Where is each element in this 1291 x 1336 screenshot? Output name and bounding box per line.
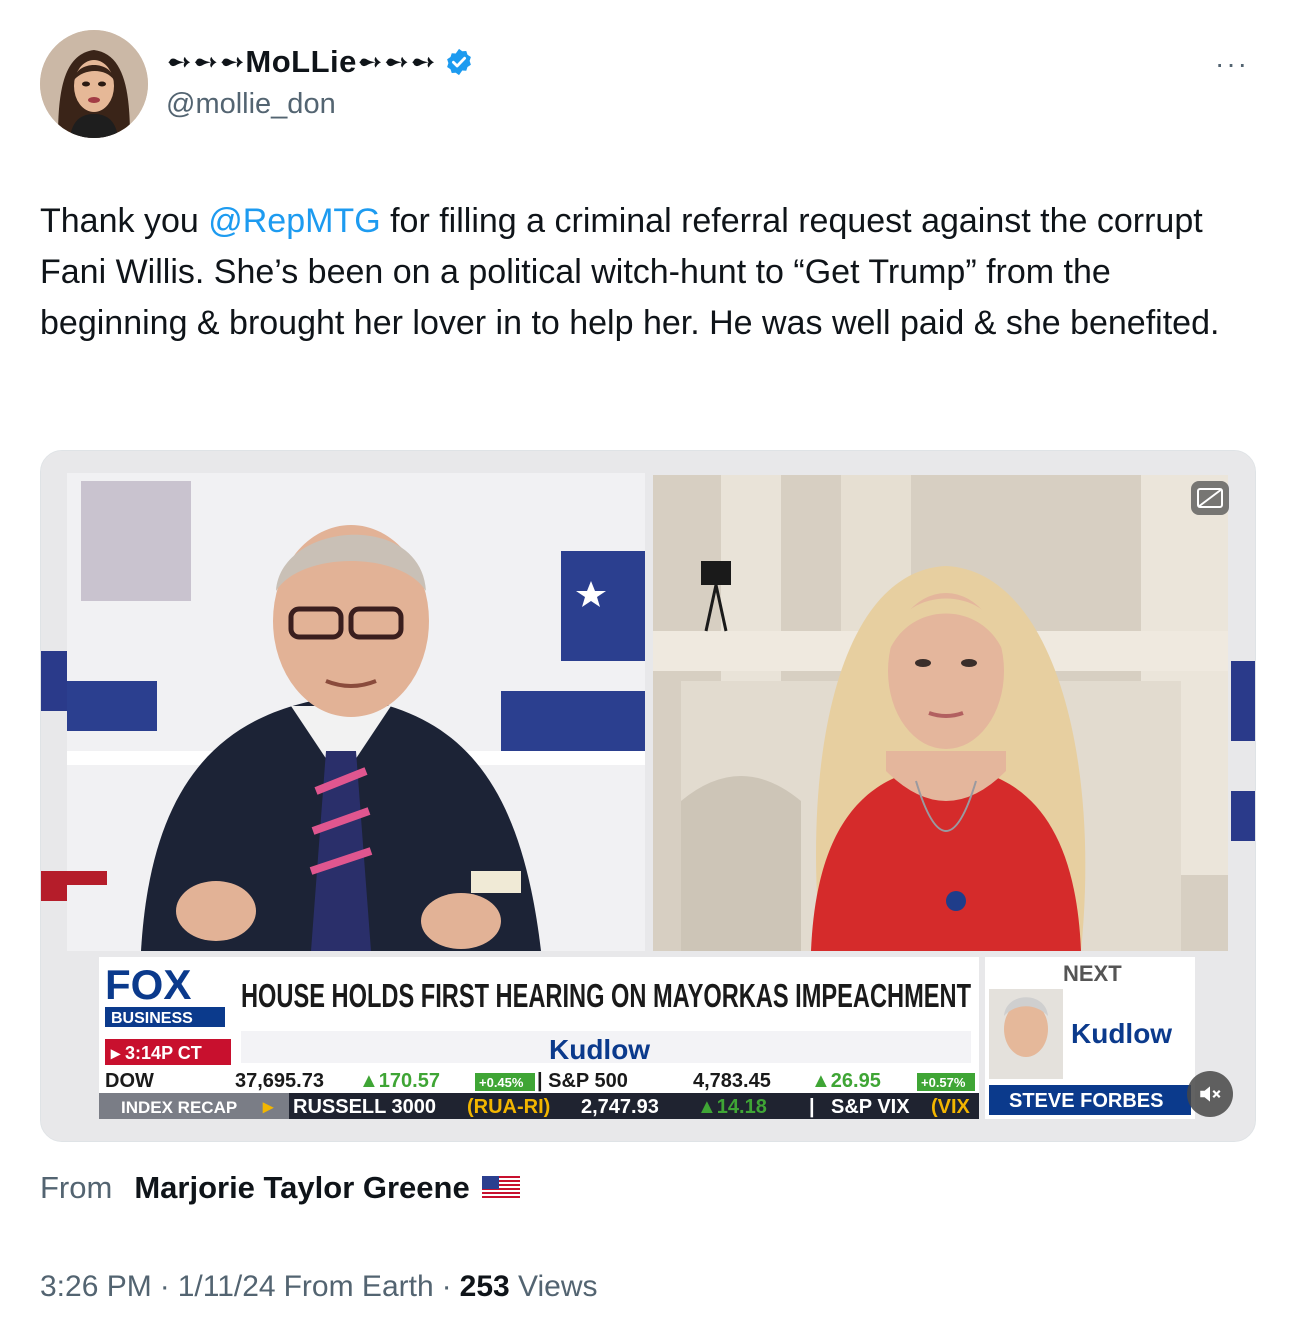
ticker2-0: INDEX RECAP [121, 1098, 237, 1117]
next-label: NEXT [1063, 961, 1122, 986]
ticker1-1: 37,695.73 [235, 1070, 324, 1092]
video-frame: FOX BUSINESS ▸ 3:14P CT HOUSE HOLDS FIRS… [41, 451, 1255, 1141]
ticker2-8: (VIX [931, 1096, 971, 1118]
author-handle[interactable]: @mollie_don [166, 88, 336, 121]
ticker1-6: ▲26.95 [811, 1070, 881, 1092]
next-show: Kudlow [1071, 1018, 1172, 1049]
meta-separator: · [441, 1270, 452, 1303]
left-panel [67, 473, 645, 951]
video-player[interactable]: FOX BUSINESS ▸ 3:14P CT HOUSE HOLDS FIRS… [40, 450, 1256, 1142]
ticker2-7: S&P VIX [831, 1096, 910, 1118]
ticker1-7: +0.57% [921, 1075, 966, 1090]
ticker1-3: +0.45% [479, 1075, 524, 1090]
fox-logo-sub: BUSINESS [111, 1010, 193, 1027]
ticker2-4: 2,747.93 [581, 1096, 659, 1118]
mention-link[interactable]: @RepMTG [208, 202, 380, 240]
verified-badge-icon [447, 48, 472, 76]
mute-button[interactable] [1187, 1071, 1233, 1117]
show-name: Kudlow [549, 1034, 650, 1065]
ticker2-1: ▸ [262, 1096, 274, 1118]
ticker2-2: RUSSELL 3000 [293, 1096, 436, 1118]
views-label: Views [518, 1270, 598, 1303]
headline: HOUSE HOLDS FIRST HEARING ON MAYORKAS IM… [241, 977, 971, 1014]
fox-logo-text: FOX [105, 961, 191, 1008]
tweet-text: Thank you @RepMTG for filling a criminal… [40, 196, 1255, 349]
post-location: From Earth [283, 1270, 434, 1303]
speaker-muted-icon [1200, 1086, 1221, 1102]
author-name-row: ➻➻➻MoLLie➻➻➻ [166, 44, 474, 80]
from-label: From [40, 1170, 113, 1205]
next-guest: STEVE FORBES [1009, 1090, 1163, 1112]
ticker1-5: 4,783.45 [693, 1070, 771, 1092]
ticker2-3: (RUA-RI) [467, 1096, 550, 1118]
tweet-text-prefix: Thank you [40, 202, 209, 240]
lower-third: FOX BUSINESS ▸ 3:14P CT HOUSE HOLDS FIRS… [99, 957, 1195, 1119]
source-name[interactable]: Marjorie Taylor Greene [134, 1170, 469, 1206]
ticker1-0: DOW [105, 1070, 154, 1092]
avatar[interactable] [40, 30, 148, 138]
views-count: 253 [459, 1270, 510, 1303]
author-display-name[interactable]: ➻➻➻MoLLie➻➻➻ [166, 44, 436, 80]
ticker2-6: | [809, 1096, 815, 1118]
video-source: From Marjorie Taylor Greene [40, 1170, 520, 1206]
post-date[interactable]: 1/11/24 [178, 1270, 276, 1304]
ticker2-5: ▲14.18 [697, 1096, 767, 1118]
ticker1-4: | S&P 500 [537, 1070, 628, 1092]
ticker1-2: ▲170.57 [359, 1070, 440, 1092]
right-panel [653, 475, 1228, 951]
tweet-meta: 3:26 PM · 1/11/24 From Earth · 253 Views [40, 1270, 598, 1304]
meta-separator: · [159, 1270, 170, 1303]
more-options-icon[interactable]: ··· [1215, 48, 1249, 80]
captions-icon[interactable] [1189, 479, 1231, 517]
post-time[interactable]: 3:26 PM [40, 1270, 152, 1304]
broadcast-time: ▸ 3:14P CT [110, 1043, 202, 1063]
us-flag-icon [481, 1176, 520, 1200]
